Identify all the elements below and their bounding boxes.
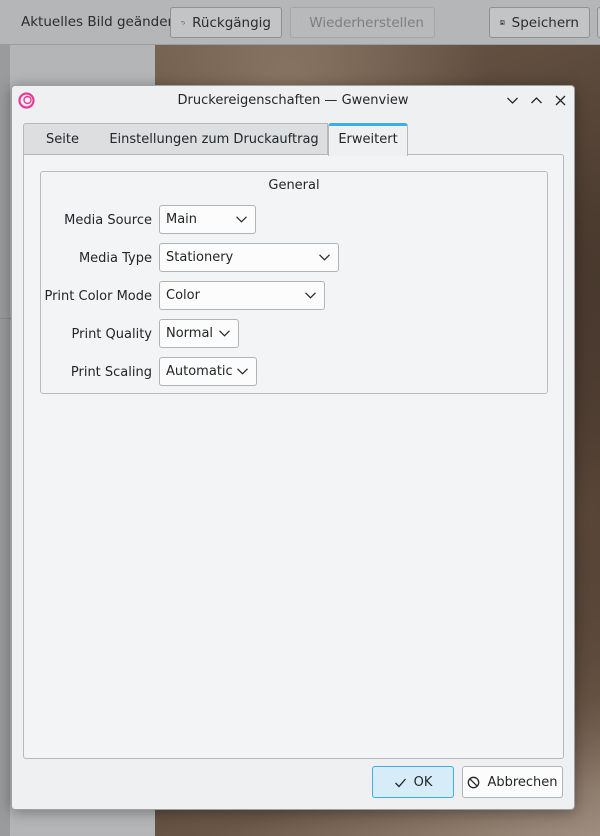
chevron-up-icon bbox=[531, 97, 542, 104]
cancel-button[interactable]: Abbrechen bbox=[462, 766, 563, 798]
save-icon bbox=[500, 20, 505, 25]
dialog-title: Druckereigenschaften — Gwenview bbox=[177, 93, 409, 108]
background-sidebar-edge bbox=[0, 45, 10, 836]
print-color-mode-select[interactable]: Color bbox=[159, 281, 325, 310]
print-quality-value: Normal bbox=[166, 326, 214, 341]
undo-label: Rückgängig bbox=[192, 14, 271, 31]
chevron-down-icon bbox=[219, 330, 230, 337]
background-toolbar: Aktuelles Bild geändert Rückgängig Wiede… bbox=[0, 0, 600, 45]
general-groupbox: General Media Source Main Media Type Sta… bbox=[40, 171, 548, 394]
print-scaling-select[interactable]: Automatic bbox=[159, 357, 257, 386]
print-color-mode-label: Print Color Mode bbox=[44, 289, 152, 304]
media-source-label: Media Source bbox=[64, 213, 152, 228]
close-icon bbox=[555, 95, 566, 106]
minimize-button[interactable] bbox=[503, 91, 522, 110]
tab-advanced[interactable]: Erweitert bbox=[328, 123, 408, 156]
print-color-mode-value: Color bbox=[166, 288, 200, 303]
cancel-icon bbox=[468, 776, 480, 788]
chevron-down-icon bbox=[305, 292, 316, 299]
tab-job-options[interactable]: Einstellungen zum Druckauftrag bbox=[101, 123, 328, 155]
print-properties-dialog: Druckereigenschaften — Gwenview Seite Ei… bbox=[11, 85, 575, 810]
print-quality-label: Print Quality bbox=[71, 327, 153, 342]
redo-label: Wiederherstellen bbox=[309, 14, 424, 31]
media-type-label: Media Type bbox=[78, 251, 152, 266]
print-scaling-value: Automatic bbox=[166, 364, 233, 379]
chevron-down-icon bbox=[319, 254, 330, 261]
media-type-value: Stationery bbox=[166, 250, 234, 265]
tab-panel-advanced: General Media Source Main Media Type Sta… bbox=[23, 154, 564, 759]
tab-bar: Seite Einstellungen zum Druckauftrag Erw… bbox=[23, 123, 575, 156]
checkmark-icon bbox=[394, 778, 406, 787]
chevron-down-icon bbox=[236, 216, 247, 223]
ok-label: OK bbox=[413, 774, 433, 790]
media-source-select[interactable]: Main bbox=[159, 205, 256, 234]
print-scaling-label: Print Scaling bbox=[70, 365, 152, 380]
ok-button[interactable]: OK bbox=[372, 766, 454, 798]
gwenview-app-icon bbox=[18, 92, 35, 109]
chevron-down-icon bbox=[507, 97, 518, 104]
print-quality-select[interactable]: Normal bbox=[159, 319, 239, 348]
media-source-value: Main bbox=[166, 212, 198, 227]
save-label: Speichern bbox=[511, 14, 579, 31]
undo-button[interactable]: Rückgängig bbox=[170, 7, 282, 38]
redo-icon bbox=[301, 21, 303, 24]
undo-icon bbox=[181, 20, 185, 25]
close-button[interactable] bbox=[551, 91, 570, 110]
cancel-label: Abbrechen bbox=[487, 774, 558, 790]
dialog-titlebar[interactable]: Druckereigenschaften — Gwenview bbox=[12, 86, 574, 115]
redo-button[interactable]: Wiederherstellen bbox=[290, 7, 435, 38]
save-button[interactable]: Speichern bbox=[489, 7, 590, 38]
modified-status-text: Aktuelles Bild geändert bbox=[21, 14, 179, 30]
maximize-button[interactable] bbox=[527, 91, 546, 110]
chevron-down-icon bbox=[237, 368, 248, 375]
media-type-select[interactable]: Stationery bbox=[159, 243, 339, 272]
group-title: General bbox=[268, 178, 320, 193]
tab-page[interactable]: Seite bbox=[23, 123, 102, 155]
